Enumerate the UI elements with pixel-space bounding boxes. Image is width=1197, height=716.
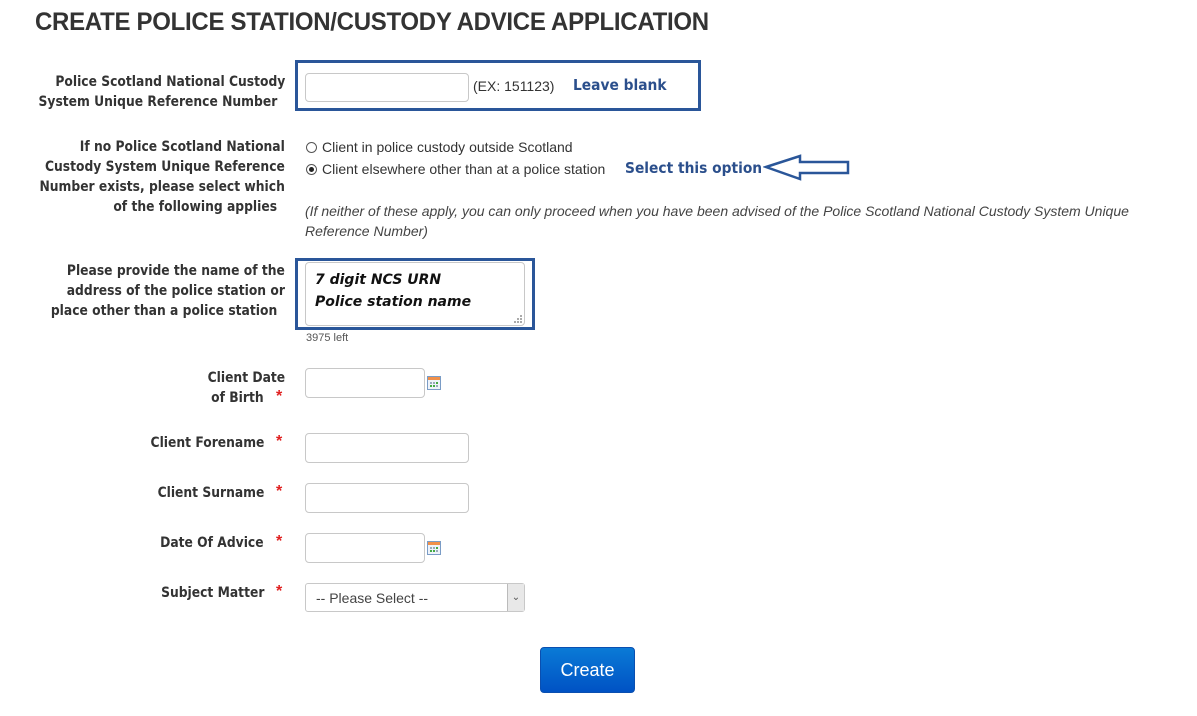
forename-label: Client Forename	[150, 435, 264, 451]
radio-option-elsewhere[interactable]: Client elsewhere other than at a police …	[306, 161, 605, 177]
ncs-urn-label: Police Scotland National Custody	[55, 72, 285, 92]
station-label-line: address of the police station or	[66, 283, 285, 299]
required-asterisk: *	[276, 433, 283, 450]
radio-label: Client in police custody outside Scotlan…	[322, 139, 573, 155]
character-counter: 3975 left	[306, 332, 349, 344]
station-label: Please provide the name of the address o…	[67, 261, 285, 301]
ncs-urn-input[interactable]	[305, 73, 469, 102]
no-urn-note: (If neither of these apply, you can only…	[305, 201, 1129, 241]
note-line: (If neither of these apply, you can only…	[305, 203, 1129, 219]
surname-input[interactable]	[305, 483, 469, 513]
no-urn-label-line: If no Police Scotland National	[79, 139, 286, 155]
station-label-line: Please provide the name of the	[67, 263, 286, 279]
note-line: Reference Number)	[305, 223, 428, 239]
page-title: CREATE POLICE STATION/CUSTODY ADVICE APP…	[35, 8, 709, 36]
dob-label: Client Date	[207, 368, 285, 388]
required-asterisk: *	[276, 483, 283, 500]
required-asterisk: *	[276, 388, 283, 405]
subject-label: Subject Matter	[160, 585, 264, 601]
dob-label-line: Client Date	[207, 370, 285, 386]
create-button[interactable]: Create	[540, 647, 635, 693]
no-urn-label: If no Police Scotland National Custody S…	[40, 137, 285, 197]
dob-input[interactable]	[305, 368, 425, 398]
advice-date-label: Date Of Advice	[160, 535, 264, 551]
advice-date-input[interactable]	[305, 533, 425, 563]
dob-label-2: of Birth	[212, 388, 264, 408]
ncs-urn-label-line1: Police Scotland National Custody	[55, 74, 285, 90]
station-label-line: place other than a police station	[50, 303, 277, 319]
dob-label-line: of Birth	[211, 390, 264, 406]
select-this-option-annotation: Select this option	[625, 159, 763, 177]
leave-blank-annotation: Leave blank	[573, 76, 667, 94]
subject-selected-value: -- Please Select --	[316, 590, 429, 606]
ncs-urn-label-line2: System Unique Reference Number	[38, 94, 277, 110]
chevron-down-icon[interactable]: ⌄	[507, 584, 524, 611]
no-urn-label-last: of the following applies	[113, 197, 277, 217]
ncs-urn-example: (EX: 151123)	[473, 78, 555, 94]
radio-label: Client elsewhere other than at a police …	[322, 161, 606, 177]
no-urn-label-line: of the following applies	[113, 199, 277, 215]
arrow-left-icon	[763, 154, 850, 181]
radio-option-custody-outside-scotland[interactable]: Client in police custody outside Scotlan…	[306, 139, 573, 155]
surname-label: Client Surname	[157, 485, 264, 501]
textarea-line: Police station name	[315, 294, 472, 310]
station-textarea[interactable]: 7 digit NCS URN Police station name	[305, 262, 525, 326]
calendar-icon[interactable]	[427, 541, 441, 555]
textarea-line: 7 digit NCS URN	[315, 272, 442, 288]
radio-button[interactable]	[306, 141, 317, 153]
radio-button-selected[interactable]	[306, 163, 317, 175]
no-urn-label-line: Number exists, please select which	[39, 179, 285, 195]
resize-handle-icon[interactable]	[514, 315, 522, 323]
required-asterisk: *	[276, 583, 283, 600]
calendar-icon[interactable]	[427, 376, 441, 390]
subject-select[interactable]: -- Please Select -- ⌄	[305, 583, 525, 612]
station-label-last: place other than a police station	[51, 301, 277, 321]
ncs-urn-label-2: System Unique Reference Number	[38, 92, 277, 112]
no-urn-label-line: Custody System Unique Reference	[45, 159, 285, 175]
forename-input[interactable]	[305, 433, 469, 463]
required-asterisk: *	[276, 533, 283, 550]
